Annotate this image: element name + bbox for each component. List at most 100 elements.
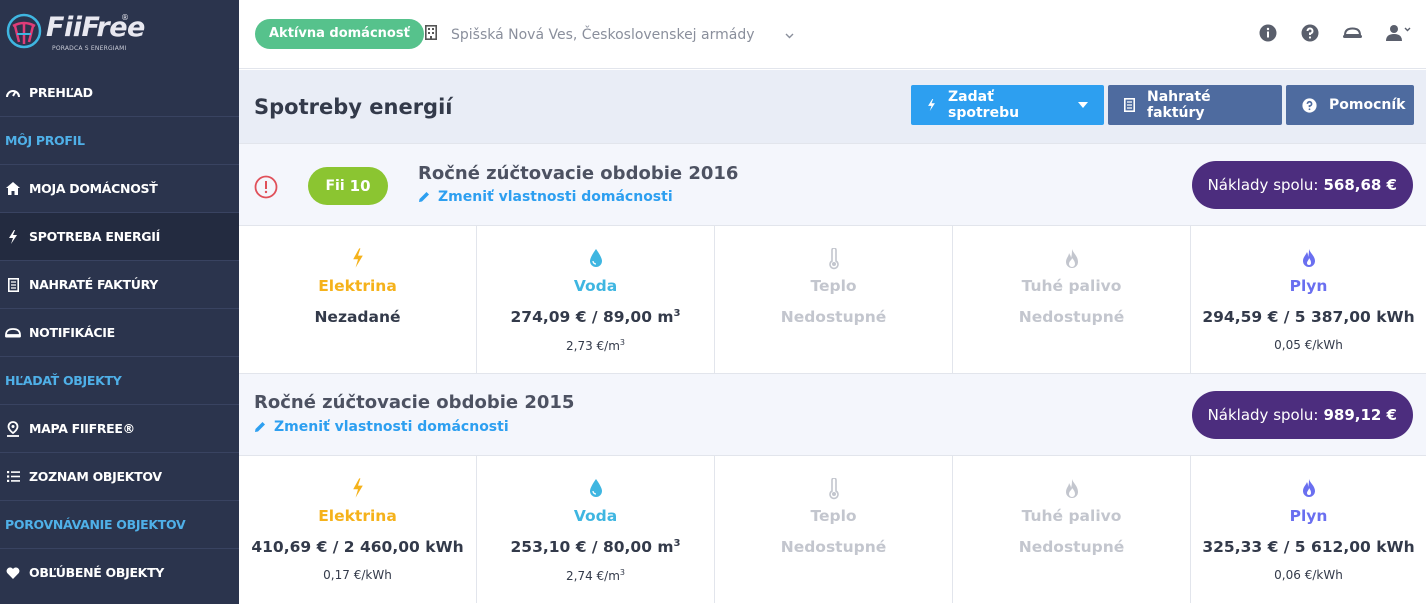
home-icon: [5, 181, 21, 197]
user-menu-icon[interactable]: [1386, 24, 1412, 42]
energy-name: Tuhé palivo: [1021, 277, 1122, 295]
sidebar-section-porovnavanie[interactable]: POROVNÁVANIE OBJEKTOV: [0, 500, 239, 548]
sidebar-item-notifikacie[interactable]: NOTIFIKÁCIE: [0, 308, 239, 356]
sidebar-item-label: NOTIFIKÁCIE: [29, 325, 115, 340]
document-icon: [1124, 98, 1135, 112]
sidebar-item-label: PREHĽAD: [29, 84, 93, 100]
energy-card-solid-fuel[interactable]: Tuhé palivo Nedostupné: [953, 456, 1191, 603]
sidebar-item-label: NAHRATÉ FAKTÚRY: [29, 277, 158, 292]
energy-card-electricity[interactable]: Elektrina 410,69 € / 2 460,00 kWh 0,17 €…: [239, 456, 477, 603]
fii-score-value: 10: [349, 177, 371, 195]
bolt-icon: [5, 229, 21, 245]
edit-household-label: Zmeniť vlastnosti domácnosti: [274, 419, 509, 435]
energy-name: Elektrina: [318, 507, 397, 525]
sidebar-item-zoznam-objektov[interactable]: ZOZNAM OBJEKTOV: [0, 452, 239, 500]
energy-row-2016: Elektrina Nezadané Voda 274,09 € / 89,00…: [239, 226, 1426, 373]
logo-tagline: PORADCA S ENERGIAMI: [52, 45, 127, 52]
water-drop-icon: [477, 248, 714, 276]
notifications-icon[interactable]: [1343, 27, 1362, 39]
sidebar-item-label: MAPA FIIFREE®: [29, 421, 135, 436]
energy-card-gas[interactable]: Plyn 294,59 € / 5 387,00 kWh 0,05 €/kWh: [1191, 226, 1426, 373]
sidebar-section-moj-profil: MÔJ PROFIL: [0, 116, 239, 164]
page-title: Spotreby energií: [254, 95, 453, 119]
household-address: Spišská Nová Ves, Československej armády: [451, 26, 755, 43]
energy-unit-price: 0,05 €/kWh: [1274, 338, 1343, 352]
bolt-icon: [239, 478, 476, 506]
logo-mark-icon: [6, 13, 42, 49]
sidebar-section-label: MÔJ PROFIL: [5, 133, 85, 148]
water-drop-icon: [477, 478, 714, 506]
energy-card-gas[interactable]: Plyn 325,33 € / 5 612,00 kWh 0,06 €/kWh: [1191, 456, 1426, 603]
energy-unit-price: 2,74 €/m3: [477, 568, 714, 583]
energy-name: Teplo: [810, 277, 857, 295]
household-selector[interactable]: Spišská Nová Ves, Československej armády: [425, 25, 794, 44]
total-cost-pill: Náklady spolu: 568,68 €: [1191, 161, 1413, 209]
bell-icon: [5, 325, 21, 341]
energy-name: Tuhé palivo: [1021, 507, 1122, 525]
energy-card-heat[interactable]: Teplo Nedostupné: [715, 226, 953, 373]
sidebar-item-label: MOJA DOMÁCNOSŤ: [29, 181, 158, 196]
bolt-icon: [239, 248, 476, 276]
active-household-badge[interactable]: Aktívna domácnosť: [255, 19, 424, 49]
sidebar-section-label: HĽADAŤ OBJEKTY: [5, 373, 122, 388]
warning-icon[interactable]: [254, 175, 278, 203]
sidebar-item-mapa-fiifree[interactable]: MAPA FIIFREE®: [0, 404, 239, 452]
energy-value: Nedostupné: [780, 308, 887, 326]
energy-unit-price-text: 2,74 €/m: [566, 569, 620, 583]
caret-down-icon[interactable]: [1078, 102, 1088, 108]
total-cost-value: 568,68 €: [1323, 176, 1397, 194]
energy-card-electricity[interactable]: Elektrina Nezadané: [239, 226, 477, 373]
sidebar-item-spotreba-energii[interactable]: SPOTREBA ENERGIÍ: [0, 212, 239, 260]
energy-name: Teplo: [810, 507, 857, 525]
period-title: Ročné zúčtovacie obdobie 2016: [418, 163, 739, 184]
edit-household-link[interactable]: Zmeniť vlastnosti domácnosti: [254, 419, 509, 435]
sidebar: FiiFree ® PORADCA S ENERGIAMI PREHĽAD MÔ…: [0, 0, 239, 604]
gas-flame-icon: [1191, 248, 1426, 276]
energy-value: Nedostupné: [780, 538, 887, 556]
energy-card-heat[interactable]: Teplo Nedostupné: [715, 456, 953, 603]
energy-card-water[interactable]: Voda 253,10 € / 80,00 m 3 2,74 €/m3: [477, 456, 715, 603]
sidebar-section-hladat-objekty: HĽADAŤ OBJEKTY: [0, 356, 239, 404]
helper-button[interactable]: Pomocník: [1286, 85, 1414, 125]
help-icon[interactable]: [1301, 24, 1319, 42]
logo-registered-mark: ®: [121, 13, 129, 22]
add-consumption-button[interactable]: Zadať spotrebu: [911, 85, 1104, 125]
sidebar-item-moja-domacnost[interactable]: MOJA DOMÁCNOSŤ: [0, 164, 239, 212]
fii-score-badge[interactable]: Fii 10: [308, 167, 388, 205]
energy-name: Voda: [573, 507, 618, 525]
edit-household-label: Zmeniť vlastnosti domácnosti: [438, 189, 673, 205]
uploaded-invoices-button[interactable]: Nahraté faktúry: [1108, 85, 1282, 125]
period-header-2016: Fii 10 Ročné zúčtovacie obdobie 2016 Zme…: [239, 143, 1426, 226]
energy-value: 274,09 € / 89,00 m3: [477, 308, 714, 326]
period-header-2015: Ročné zúčtovacie obdobie 2015 Zmeniť vla…: [239, 373, 1426, 456]
total-cost-label: Náklady spolu:: [1207, 176, 1319, 194]
thermometer-icon: [715, 248, 952, 276]
topbar-actions: [1235, 24, 1412, 42]
fii-score-label: Fii: [325, 178, 345, 194]
fiifree-logo[interactable]: FiiFree ® PORADCA S ENERGIAMI: [5, 12, 145, 58]
energy-value: Nedostupné: [1018, 538, 1125, 556]
pencil-icon: [254, 421, 266, 433]
sidebar-item-prehlad[interactable]: PREHĽAD: [0, 68, 239, 116]
energy-unit-exponent: 3: [619, 568, 625, 577]
energy-unit-price: 0,17 €/kWh: [323, 568, 392, 582]
sidebar-item-label: ZOZNAM OBJEKTOV: [29, 469, 162, 484]
energy-name: Elektrina: [318, 277, 397, 295]
energy-value: Nedostupné: [1018, 308, 1125, 326]
pencil-icon: [418, 191, 430, 203]
sidebar-item-nahrate-faktury[interactable]: NAHRATÉ FAKTÚRY: [0, 260, 239, 308]
energy-unit-price: 0,06 €/kWh: [1274, 568, 1343, 582]
energy-value: 410,69 € / 2 460,00 kWh: [251, 538, 464, 556]
info-icon[interactable]: [1259, 24, 1277, 42]
energy-value: 294,59 € / 5 387,00 kWh: [1202, 308, 1415, 326]
edit-household-link[interactable]: Zmeniť vlastnosti domácnosti: [418, 189, 673, 205]
building-icon: [425, 25, 437, 44]
sidebar-item-oblubene-objekty[interactable]: OBĽÚBENÉ OBJEKTY: [0, 548, 239, 596]
energy-unit-price: 2,73 €/m3: [477, 338, 714, 353]
energy-card-solid-fuel[interactable]: Tuhé palivo Nedostupné: [953, 226, 1191, 373]
gauge-icon: [5, 84, 21, 100]
logo-wordmark: FiiFree: [46, 12, 145, 43]
energy-value-text: 253,10 € / 80,00 m: [510, 538, 674, 557]
energy-card-water[interactable]: Voda 274,09 € / 89,00 m3 2,73 €/m3: [477, 226, 715, 373]
document-icon: [5, 277, 21, 293]
